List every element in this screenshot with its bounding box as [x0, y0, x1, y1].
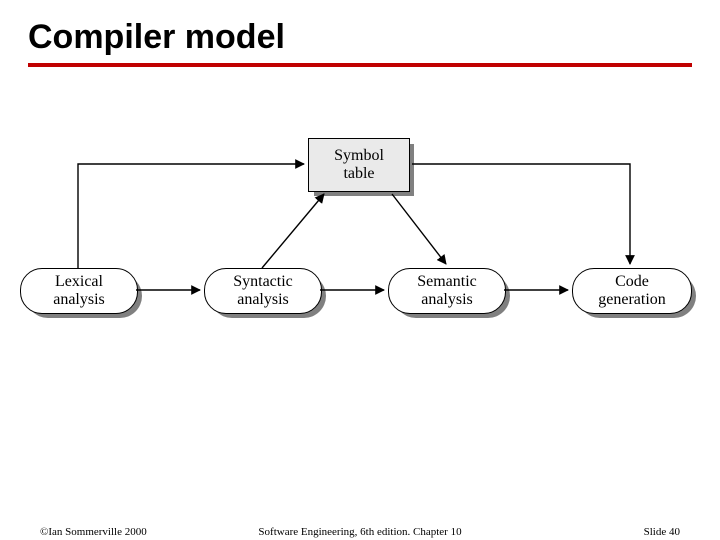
- lexical-analysis-node: Lexical analysis: [20, 268, 138, 314]
- symbol-table-node: Symbol table: [308, 138, 410, 192]
- footer-slide-number: Slide 40: [644, 526, 680, 538]
- slide-title-block: Compiler model: [28, 18, 692, 67]
- compiler-diagram: Symbol table Lexical analysis Syntactic …: [0, 120, 720, 380]
- title-underline: [28, 63, 692, 67]
- footer-chapter: Software Engineering, 6th edition. Chapt…: [0, 526, 720, 538]
- syntactic-analysis-node: Syntactic analysis: [204, 268, 322, 314]
- semantic-analysis-node: Semantic analysis: [388, 268, 506, 314]
- slide-title: Compiler model: [28, 18, 692, 57]
- code-generation-node: Code generation: [572, 268, 692, 314]
